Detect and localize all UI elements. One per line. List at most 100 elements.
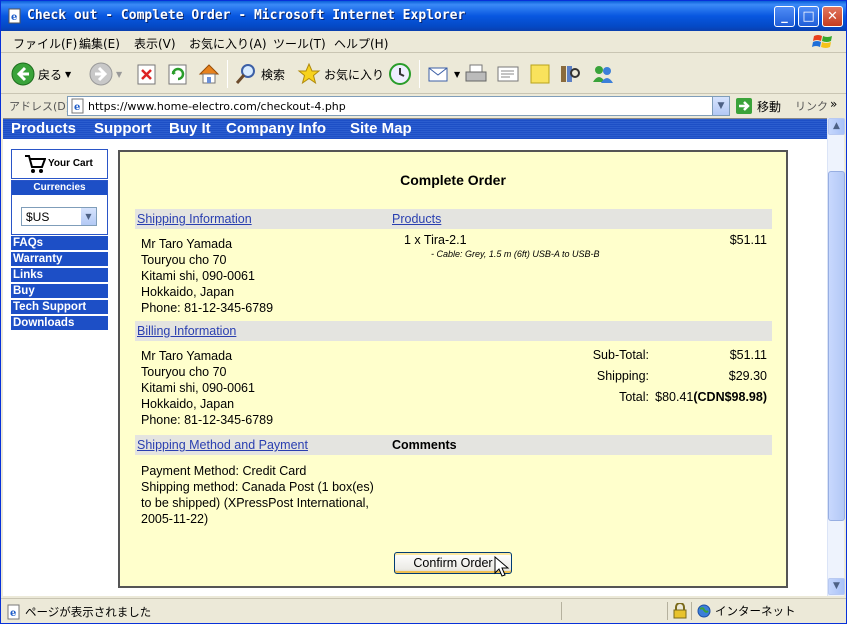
currency-select[interactable]: $US ▼ xyxy=(21,207,97,226)
address-dropdown-icon[interactable]: ▼ xyxy=(712,97,729,115)
billing-information-link[interactable]: Billing Information xyxy=(137,324,236,338)
scroll-up-icon[interactable]: ▲ xyxy=(828,118,845,135)
billing-address-line: Phone: 81-12-345-6789 xyxy=(141,413,274,427)
back-button[interactable]: 戻る ▼ xyxy=(11,60,71,88)
nav-support[interactable]: Support xyxy=(94,120,152,137)
minimize-button[interactable]: _ xyxy=(774,6,795,27)
toolbar-separator xyxy=(419,60,420,88)
maximize-button[interactable]: □ xyxy=(798,6,819,27)
product-name: 1 x Tira-2.1 xyxy=(404,233,467,247)
lock-icon[interactable] xyxy=(673,603,687,619)
svg-text:e: e xyxy=(10,608,16,619)
address-url: https://www.home-electro.com/checkout-4.… xyxy=(88,100,346,113)
status-bar: e ページが表示されました インターネット xyxy=(1,598,846,623)
edit-button[interactable] xyxy=(496,60,520,88)
links-chevron-icon[interactable]: » xyxy=(830,97,837,111)
menu-edit[interactable]: 編集(E) xyxy=(79,35,120,52)
billing-address-line: Mr Taro Yamada xyxy=(141,349,233,363)
sidebar-link-warranty[interactable]: Warranty xyxy=(11,252,108,266)
comments-heading: Comments xyxy=(392,438,457,452)
menu-view[interactable]: 表示(V) xyxy=(134,35,176,52)
sidebar-link-downloads[interactable]: Downloads xyxy=(11,316,108,330)
go-button[interactable]: 移動 xyxy=(735,97,781,115)
page-done-icon: e xyxy=(7,604,20,620)
your-cart-box[interactable]: Your Cart xyxy=(11,149,108,179)
sidebar-link-faqs[interactable]: FAQs xyxy=(11,236,108,250)
shipping-information-link[interactable]: Shipping Information xyxy=(137,212,252,226)
status-divider xyxy=(561,602,562,620)
mail-dropdown-icon[interactable]: ▼ xyxy=(454,70,460,79)
edit-page-icon xyxy=(497,66,519,82)
home-button[interactable] xyxy=(197,60,221,88)
product-option: - Cable: Grey, 1.5 m (6ft) USB-A to USB-… xyxy=(431,249,600,259)
mail-button[interactable]: ▼ xyxy=(427,60,460,88)
history-button[interactable] xyxy=(388,60,412,88)
billing-address-line: Hokkaido, Japan xyxy=(141,397,235,411)
go-arrow-icon xyxy=(736,98,752,114)
nav-site-map[interactable]: Site Map xyxy=(350,120,412,137)
security-zone[interactable]: インターネット xyxy=(697,603,796,619)
zone-label: インターネット xyxy=(715,604,796,618)
product-price: $51.11 xyxy=(729,233,767,247)
note-icon xyxy=(530,64,550,84)
stop-icon xyxy=(137,64,156,85)
research-button[interactable] xyxy=(558,60,582,88)
toolbar-separator xyxy=(227,60,228,88)
billing-header: Billing Information xyxy=(135,321,772,341)
menu-tools[interactable]: ツール(T) xyxy=(273,35,326,52)
refresh-button[interactable] xyxy=(167,60,189,88)
page-favicon-icon: e xyxy=(71,98,84,114)
home-icon xyxy=(198,64,220,84)
shipping-address-line: Phone: 81-12-345-6789 xyxy=(141,301,274,315)
close-button[interactable]: ✕ xyxy=(822,6,843,27)
billing-address-line: Touryou cho 70 xyxy=(141,365,227,379)
menu-favorites[interactable]: お気に入り(A) xyxy=(189,35,267,52)
currencies-box: Currencies $US ▼ xyxy=(11,180,108,235)
title-bar[interactable]: e Check out - Complete Order - Microsoft… xyxy=(1,1,846,31)
shipping-cost-value: $29.30 xyxy=(728,369,767,383)
search-icon xyxy=(235,64,255,84)
shipping-address-line: Hokkaido, Japan xyxy=(141,285,235,299)
address-bar: アドレス(D) e https://www.home-electro.com/c… xyxy=(1,95,846,117)
nav-products[interactable]: Products xyxy=(11,120,76,137)
menu-help[interactable]: ヘルプ(H) xyxy=(334,35,388,52)
browser-window: e Check out - Complete Order - Microsoft… xyxy=(0,0,847,624)
shipping-method-payment-link[interactable]: Shipping Method and Payment xyxy=(137,438,308,452)
print-button[interactable] xyxy=(464,60,488,88)
site-navigation: Products Support Buy It Company Info Sit… xyxy=(3,119,827,139)
status-divider xyxy=(667,602,668,620)
scroll-thumb[interactable] xyxy=(828,171,845,521)
sidebar-link-links[interactable]: Links xyxy=(11,268,108,282)
discuss-button[interactable] xyxy=(528,60,552,88)
shipping-method-line: to be shipped) (XPressPost International… xyxy=(141,496,369,510)
vertical-scrollbar[interactable]: ▲ ▼ xyxy=(827,118,845,596)
cart-label: Your Cart xyxy=(48,158,93,169)
menu-bar: ファイル(F) 編集(E) 表示(V) お気に入り(A) ツール(T) ヘルプ(… xyxy=(1,31,846,53)
menu-file[interactable]: ファイル(F) xyxy=(13,35,77,52)
mail-icon xyxy=(428,67,448,82)
window-title: Check out - Complete Order - Microsoft I… xyxy=(27,8,466,23)
search-button[interactable]: 検索 xyxy=(234,60,285,88)
favorites-button[interactable]: お気に入り xyxy=(297,60,384,88)
address-input[interactable]: e https://www.home-electro.com/checkout-… xyxy=(67,96,730,116)
address-label: アドレス(D) xyxy=(9,100,71,113)
shipping-method-line: 2005-11-22) xyxy=(141,512,209,526)
products-link[interactable]: Products xyxy=(392,212,441,226)
nav-company-info[interactable]: Company Info xyxy=(226,120,326,137)
forward-button[interactable]: ▼ xyxy=(89,60,122,88)
shipping-address-line: Mr Taro Yamada xyxy=(141,237,233,251)
forward-arrow-icon xyxy=(89,62,113,86)
order-panel: Complete Order Shipping Information Prod… xyxy=(118,150,788,588)
research-icon xyxy=(561,66,580,82)
links-button[interactable]: リンク xyxy=(795,98,828,114)
forward-dropdown-icon[interactable]: ▼ xyxy=(116,70,122,79)
scroll-down-icon[interactable]: ▼ xyxy=(828,578,845,595)
sidebar-link-tech-support[interactable]: Tech Support xyxy=(11,300,108,314)
sidebar-link-buy[interactable]: Buy xyxy=(11,284,108,298)
nav-buy-it[interactable]: Buy It xyxy=(169,120,211,137)
status-text: ページが表示されました xyxy=(25,605,152,619)
total-value: $80.41(CDN$98.98) xyxy=(655,390,767,404)
back-dropdown-icon[interactable]: ▼ xyxy=(65,70,71,79)
stop-button[interactable] xyxy=(136,60,158,88)
messenger-button[interactable] xyxy=(591,60,615,88)
